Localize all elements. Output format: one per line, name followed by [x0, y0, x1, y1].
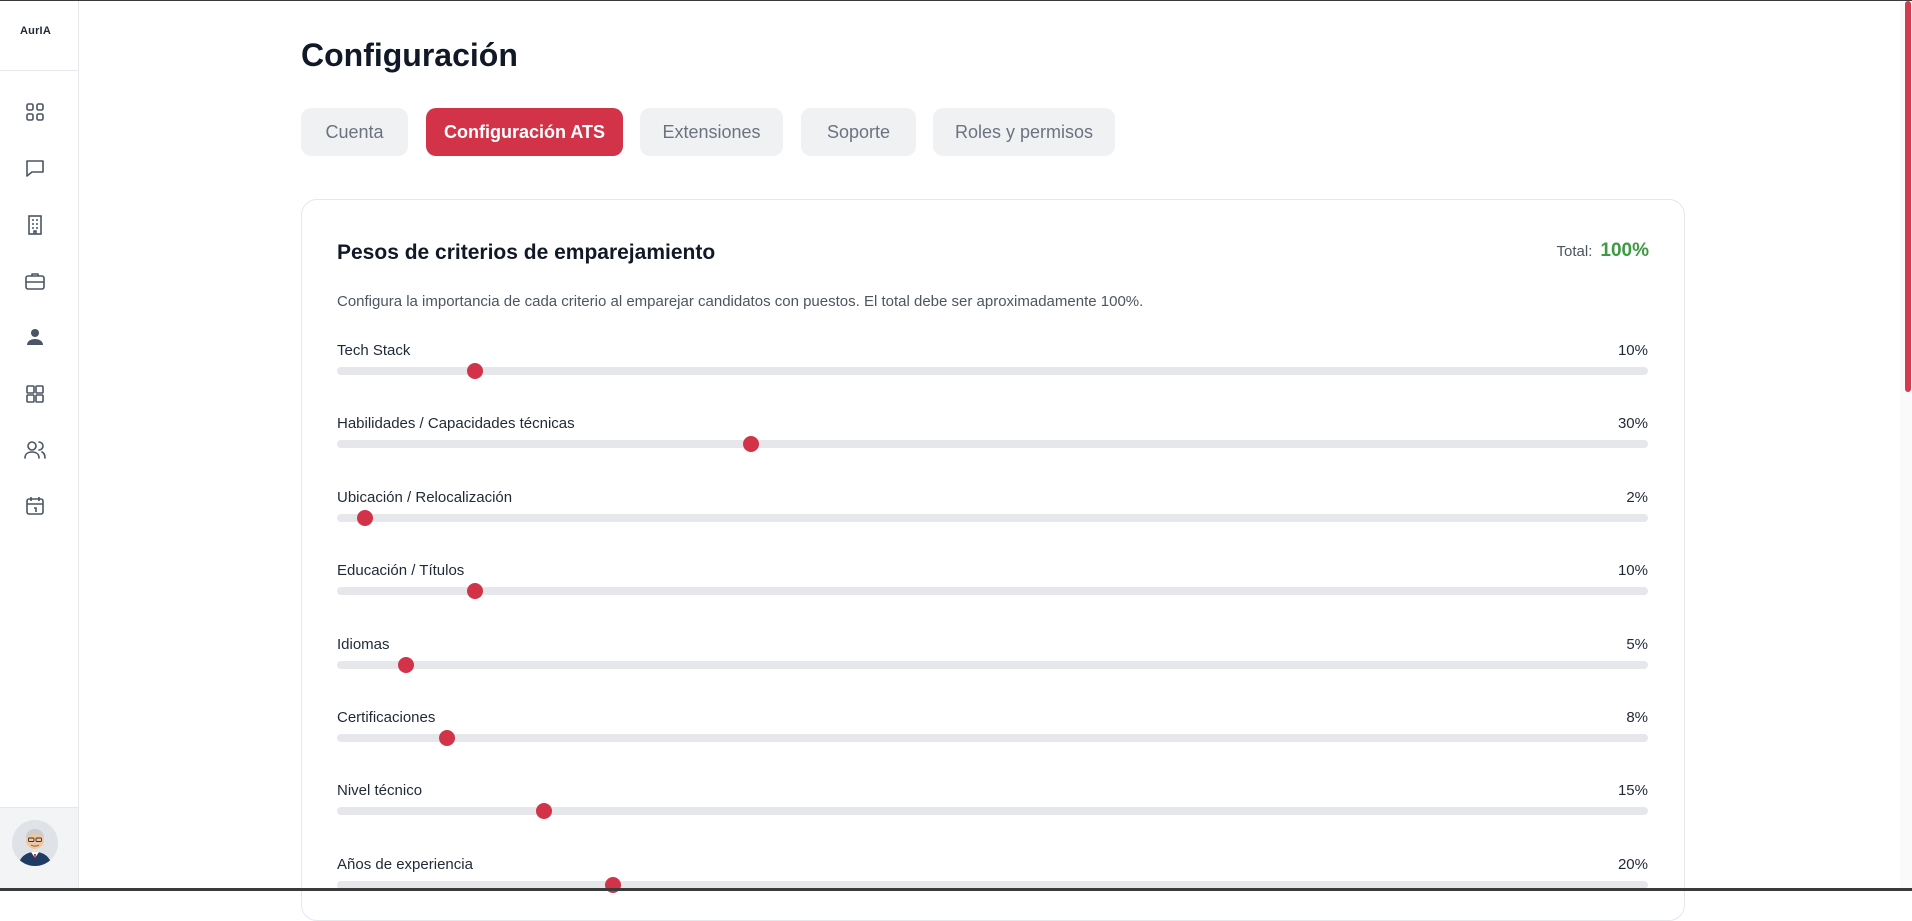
weight-slider-track[interactable] [337, 363, 1648, 379]
weight-slider-track[interactable] [337, 436, 1648, 452]
person-icon[interactable] [23, 325, 47, 349]
weight-slider-thumb[interactable] [467, 363, 483, 379]
card-description: Configura la importancia de cada criteri… [337, 293, 1144, 310]
criterion-percent: 5% [1626, 636, 1648, 653]
tab-roles-y-permisos[interactable]: Roles y permisos [933, 108, 1115, 156]
criterion-row: Nivel técnico 15% [337, 782, 1648, 830]
page-title: Configuración [301, 37, 518, 73]
weight-slider-track[interactable] [337, 510, 1648, 526]
criterion-percent: 20% [1617, 856, 1648, 873]
criterion-label: Nivel técnico [337, 782, 423, 799]
weight-slider-thumb[interactable] [467, 583, 483, 599]
avatar[interactable] [12, 820, 58, 866]
weight-slider-thumb[interactable] [743, 436, 759, 452]
criterion-label: Certificaciones [337, 709, 436, 726]
criterion-label: Años de experiencia [337, 856, 473, 873]
criterion-percent: 10% [1617, 562, 1648, 579]
tab-cuenta[interactable]: Cuenta [301, 108, 408, 156]
criterion-label: Idiomas [337, 636, 390, 653]
criterion-percent: 15% [1617, 782, 1648, 799]
total-indicator: Total: 100% [1557, 240, 1649, 262]
tab-configuracion-ats[interactable]: Configuración ATS [426, 108, 623, 156]
building-icon[interactable] [23, 213, 47, 237]
app-logo[interactable]: AurIA [0, 25, 71, 37]
window-top-border [0, 0, 1912, 1]
matching-weights-card: Pesos de criterios de emparejamiento Tot… [301, 199, 1685, 921]
weight-slider-track[interactable] [337, 730, 1648, 746]
scrollbar-thumb[interactable] [1905, 1, 1911, 392]
dashboard-grid-icon[interactable] [23, 100, 47, 124]
criterion-percent: 10% [1617, 342, 1648, 359]
weight-slider-thumb[interactable] [398, 657, 414, 673]
criterion-row: Idiomas 5% [337, 636, 1648, 684]
criterion-percent: 30% [1617, 415, 1648, 432]
tab-extensiones[interactable]: Extensiones [640, 108, 783, 156]
weight-slider-track[interactable] [337, 583, 1648, 599]
total-label: Total: [1556, 242, 1593, 260]
users-icon[interactable] [23, 438, 47, 462]
criterion-percent: 2% [1626, 489, 1648, 506]
user-menu [0, 808, 78, 888]
chat-icon[interactable] [23, 156, 47, 180]
criterion-label: Ubicación / Relocalización [337, 489, 513, 506]
criterion-label: Educación / Títulos [337, 562, 465, 579]
criterion-label: Tech Stack [337, 342, 411, 359]
sidebar-divider [0, 70, 78, 71]
criterion-row: Tech Stack 10% [337, 342, 1648, 390]
calendar-icon[interactable] [23, 494, 47, 518]
criterion-label: Habilidades / Capacidades técnicas [337, 415, 575, 432]
card-title: Pesos de criterios de emparejamiento [337, 241, 716, 264]
sidebar: AurIA [0, 1, 79, 888]
criterion-row: Años de experiencia 20% [337, 856, 1648, 904]
criterion-row: Ubicación / Relocalización 2% [337, 489, 1648, 537]
briefcase-icon[interactable] [23, 269, 47, 293]
criterion-row: Certificaciones 8% [337, 709, 1648, 757]
weight-slider-thumb[interactable] [439, 730, 456, 746]
weight-slider-track[interactable] [337, 803, 1648, 819]
total-value: 100% [1600, 240, 1649, 261]
criterion-row: Habilidades / Capacidades técnicas 30% [337, 415, 1648, 463]
weight-slider-thumb[interactable] [356, 510, 373, 526]
apps-grid-icon[interactable] [23, 382, 47, 406]
tab-soporte[interactable]: Soporte [801, 108, 916, 156]
weight-slider-track[interactable] [337, 657, 1648, 673]
criterion-percent: 8% [1626, 709, 1648, 726]
criterion-row: Educación / Títulos 10% [337, 562, 1648, 610]
weight-slider-thumb[interactable] [536, 803, 552, 819]
